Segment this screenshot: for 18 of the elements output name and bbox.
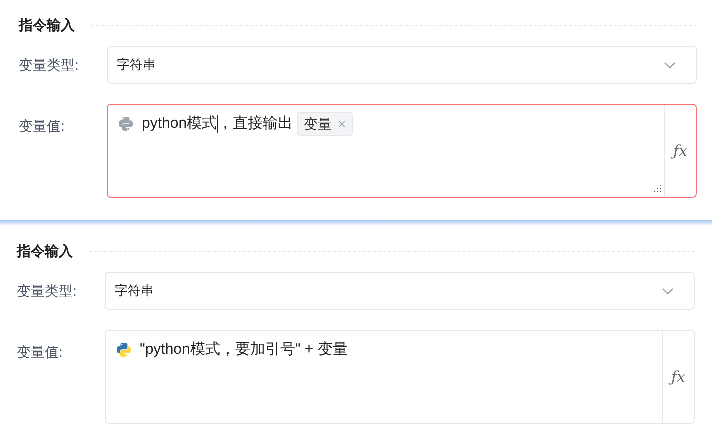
value-text: "python模式，要加引号" + 变量 (140, 340, 348, 360)
formula-button[interactable]: ƒx (671, 366, 686, 388)
value-editor[interactable]: python模式，直接输出 变量 × ƒx (107, 104, 697, 198)
variable-tag: 变量 × (297, 112, 354, 136)
value-text: python模式 (142, 114, 218, 134)
text-caret (217, 115, 218, 133)
section-title: 指令输入 (17, 242, 73, 260)
field-label: 变量类型: (17, 282, 78, 300)
section-title: 指令输入 (19, 16, 75, 34)
formula-button[interactable]: ƒx (673, 140, 688, 162)
type-select[interactable]: 字符串 (107, 46, 697, 84)
value-editor[interactable]: "python模式，要加引号" + 变量 ƒx (105, 330, 695, 424)
field-label: 变量值: (19, 117, 66, 136)
field-label: 变量值: (17, 343, 64, 362)
resize-handle-icon[interactable] (654, 185, 662, 193)
type-select[interactable]: 字符串 (105, 272, 695, 310)
value-text: ，直接输出 (218, 114, 294, 134)
field-label: 变量类型: (19, 56, 80, 74)
